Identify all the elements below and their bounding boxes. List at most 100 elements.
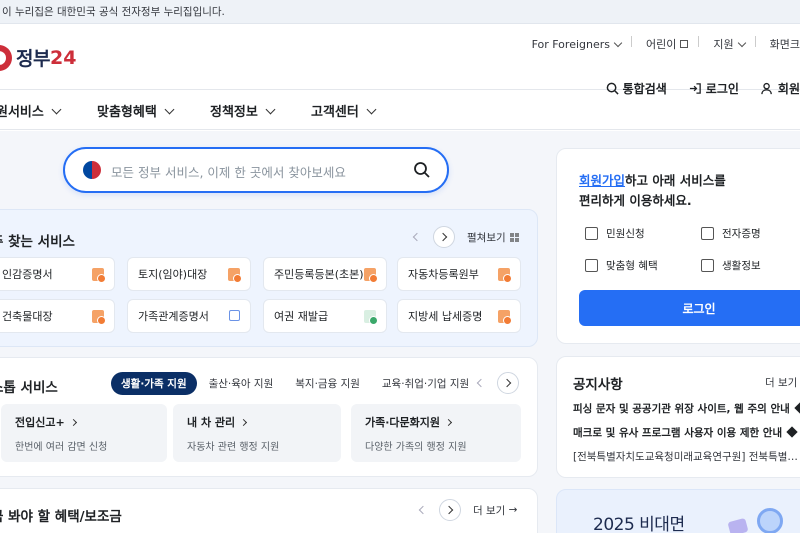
next-button[interactable] — [433, 226, 455, 248]
chevron-right-icon — [444, 418, 453, 426]
prev-button[interactable] — [411, 499, 433, 521]
external-link-icon — [229, 310, 240, 321]
tab-childbirth[interactable]: 출산·육아 지원 — [199, 372, 284, 395]
search-icon[interactable] — [413, 161, 431, 179]
chevron-down-icon — [164, 104, 175, 114]
chevron-down-icon — [366, 104, 377, 114]
external-link-icon — [680, 40, 689, 48]
next-button[interactable] — [439, 499, 461, 521]
one-stop-card[interactable]: 가족·다문화지원 다양한 가족의 행정 지원 — [351, 404, 521, 462]
promo-banner[interactable]: 2025 비대면 — [556, 489, 800, 533]
screen-size-menu[interactable]: 화면크 — [770, 36, 800, 52]
one-stop-card-title: 전입신고+ — [15, 416, 65, 429]
quick-e-certificate[interactable]: 전자증명 — [701, 226, 761, 241]
service-item[interactable]: 여권 재발급 — [263, 299, 387, 333]
nav-item-services[interactable]: 원서비스 — [0, 101, 62, 120]
pin-icon — [786, 426, 798, 438]
logo-number: 24 — [49, 46, 77, 69]
gov-notice-text: 이 누리집은 대한민국 공식 전자정부 누리집입니다. — [2, 6, 225, 18]
service-item[interactable]: 자동차등록원부 — [397, 257, 521, 291]
pen-icon — [364, 310, 378, 325]
one-stop-card[interactable]: 내 차 관리 자동차 관련 행정 지원 — [173, 404, 341, 462]
gov-notice-bar: 이 누리집은 대한민국 공식 전자정부 누리집입니다. — [0, 0, 800, 24]
login-panel: 회원가입하고 아래 서비스를 편리하게 이용하세요. 민원신청 전자증명 맞춤형… — [556, 148, 800, 344]
info-icon — [701, 259, 714, 272]
one-stop-card-desc: 한번에 여러 감면 신청 — [15, 442, 108, 453]
nav-item-policy[interactable]: 정책정보 — [210, 101, 276, 120]
frequent-services-title: 주 찾는 서비스 — [0, 234, 75, 250]
benefits-panel: 금 봐야 할 혜택/보조금 더 보기 → — [0, 488, 538, 533]
one-stop-card-desc: 자동차 관련 행정 지원 — [187, 442, 280, 453]
chevron-left-icon — [412, 232, 422, 242]
grid-icon — [509, 232, 519, 242]
chevron-left-icon — [476, 378, 486, 388]
service-item[interactable]: 인감증명서 — [0, 257, 115, 291]
chevron-down-icon — [51, 104, 62, 114]
notice-item[interactable]: 피싱 문자 및 공공기관 위장 사이트, 웹 주의 안내 — [573, 401, 800, 416]
chevron-left-icon — [418, 505, 428, 515]
main-search-input[interactable]: 모든 정부 서비스, 이제 한 곳에서 찾아보세요 — [63, 147, 449, 193]
tab-education[interactable]: 교육·취업·기업 지원 — [372, 372, 479, 395]
one-stop-card-desc: 다양한 가족의 행정 지원 — [365, 442, 467, 453]
one-stop-tabs: 생활·가족 지원 출산·육아 지원 복지·금융 지원 교육·취업·기업 지원 — [111, 372, 481, 395]
one-stop-card-title: 내 차 관리 — [187, 416, 236, 429]
service-item[interactable]: 주민등록등본(초본) — [263, 257, 387, 291]
main-navigation: 원서비스 맞춤형혜택 정책정보 고객센터 — [0, 90, 800, 130]
chevron-down-icon — [613, 38, 623, 47]
quick-life-info[interactable]: 생활정보 — [701, 258, 761, 273]
notice-more-link[interactable]: 더 보기 › — [765, 375, 800, 390]
tab-life-family[interactable]: 생활·가족 지원 — [111, 372, 197, 395]
banner-text: 2025 비대면 — [593, 515, 685, 533]
document-icon — [364, 268, 378, 283]
prev-button[interactable] — [405, 226, 427, 248]
chevron-right-icon — [240, 418, 248, 426]
notice-title: 공지사항 — [573, 377, 623, 393]
notice-panel: 공지사항 더 보기 › 피싱 문자 및 공공기관 위장 사이트, 웹 주의 안내… — [556, 356, 800, 478]
document-icon — [228, 268, 242, 283]
tab-welfare[interactable]: 복지·금융 지원 — [285, 372, 370, 395]
nav-item-benefits[interactable]: 맞춤형혜택 — [97, 101, 175, 120]
logo-text: 정부 — [16, 48, 50, 70]
search-placeholder: 모든 정부 서비스, 이제 한 곳에서 찾아보세요 — [111, 165, 346, 180]
benefits-more-link[interactable]: 더 보기 → — [473, 503, 517, 518]
site-logo[interactable]: 정부 24 — [0, 44, 76, 71]
service-item[interactable]: 가족관계증명서 — [127, 299, 251, 333]
chevron-down-icon — [265, 104, 276, 114]
support-menu[interactable]: 지원 — [713, 36, 746, 52]
service-item[interactable]: 건축물대장 — [0, 299, 115, 333]
notice-item[interactable]: 매크로 및 유사 프로그램 사용자 이용 제한 안내 — [573, 425, 798, 440]
gift-icon — [585, 259, 598, 272]
frequent-pager: 펼쳐보기 — [405, 226, 519, 248]
chevron-right-icon — [444, 505, 454, 515]
one-stop-pager — [469, 372, 519, 394]
pin-icon — [794, 402, 800, 414]
login-button[interactable]: 로그인 — [579, 290, 800, 326]
chevron-right-icon — [69, 418, 77, 426]
service-item[interactable]: 지방세 납세증명 — [397, 299, 521, 333]
quick-civil-application[interactable]: 민원신청 — [585, 226, 645, 241]
service-item[interactable]: 토지(임야)대장 — [127, 257, 251, 291]
one-stop-card[interactable]: 전입신고+ 한번에 여러 감면 신청 — [1, 404, 167, 462]
nav-item-customer-center[interactable]: 고객센터 — [311, 101, 377, 120]
spread-view-button[interactable]: 펼쳐보기 — [467, 230, 519, 245]
signup-link[interactable]: 회원가입 — [579, 173, 625, 188]
one-stop-card-title: 가족·다문화지원 — [365, 416, 441, 429]
login-message: 회원가입하고 아래 서비스를 편리하게 이용하세요. — [579, 173, 726, 208]
taegeuk-logo-icon — [0, 44, 12, 71]
prev-button[interactable] — [469, 372, 491, 394]
document-icon — [498, 268, 512, 283]
quick-custom-benefits[interactable]: 맞춤형 혜택 — [585, 258, 658, 273]
one-stop-title: 스톱 서비스 — [0, 380, 58, 396]
notice-item[interactable]: [전북특별자치도교육청미래교육연구원] 전북특별… — [573, 449, 798, 464]
foreigners-menu[interactable]: For Foreigners — [532, 36, 623, 52]
one-stop-services-panel: 스톱 서비스 생활·가족 지원 출산·육아 지원 복지·금융 지원 교육·취업·… — [0, 357, 538, 477]
site-header: 정부 24 For Foreigners 어린이 지원 화면크 통합검색 로그인… — [0, 24, 800, 96]
document-icon — [92, 268, 106, 283]
benefits-title: 금 봐야 할 혜택/보조금 — [0, 509, 122, 525]
utility-menu: For Foreigners 어린이 지원 화면크 — [518, 36, 800, 52]
document-icon — [498, 310, 512, 325]
chevron-right-icon — [502, 378, 512, 388]
kids-link[interactable]: 어린이 — [646, 36, 689, 52]
frequent-services-panel: 주 찾는 서비스 펼쳐보기 인감증명서 토지(임야)대장 주민등록등본(초본) … — [0, 209, 538, 347]
next-button[interactable] — [497, 372, 519, 394]
